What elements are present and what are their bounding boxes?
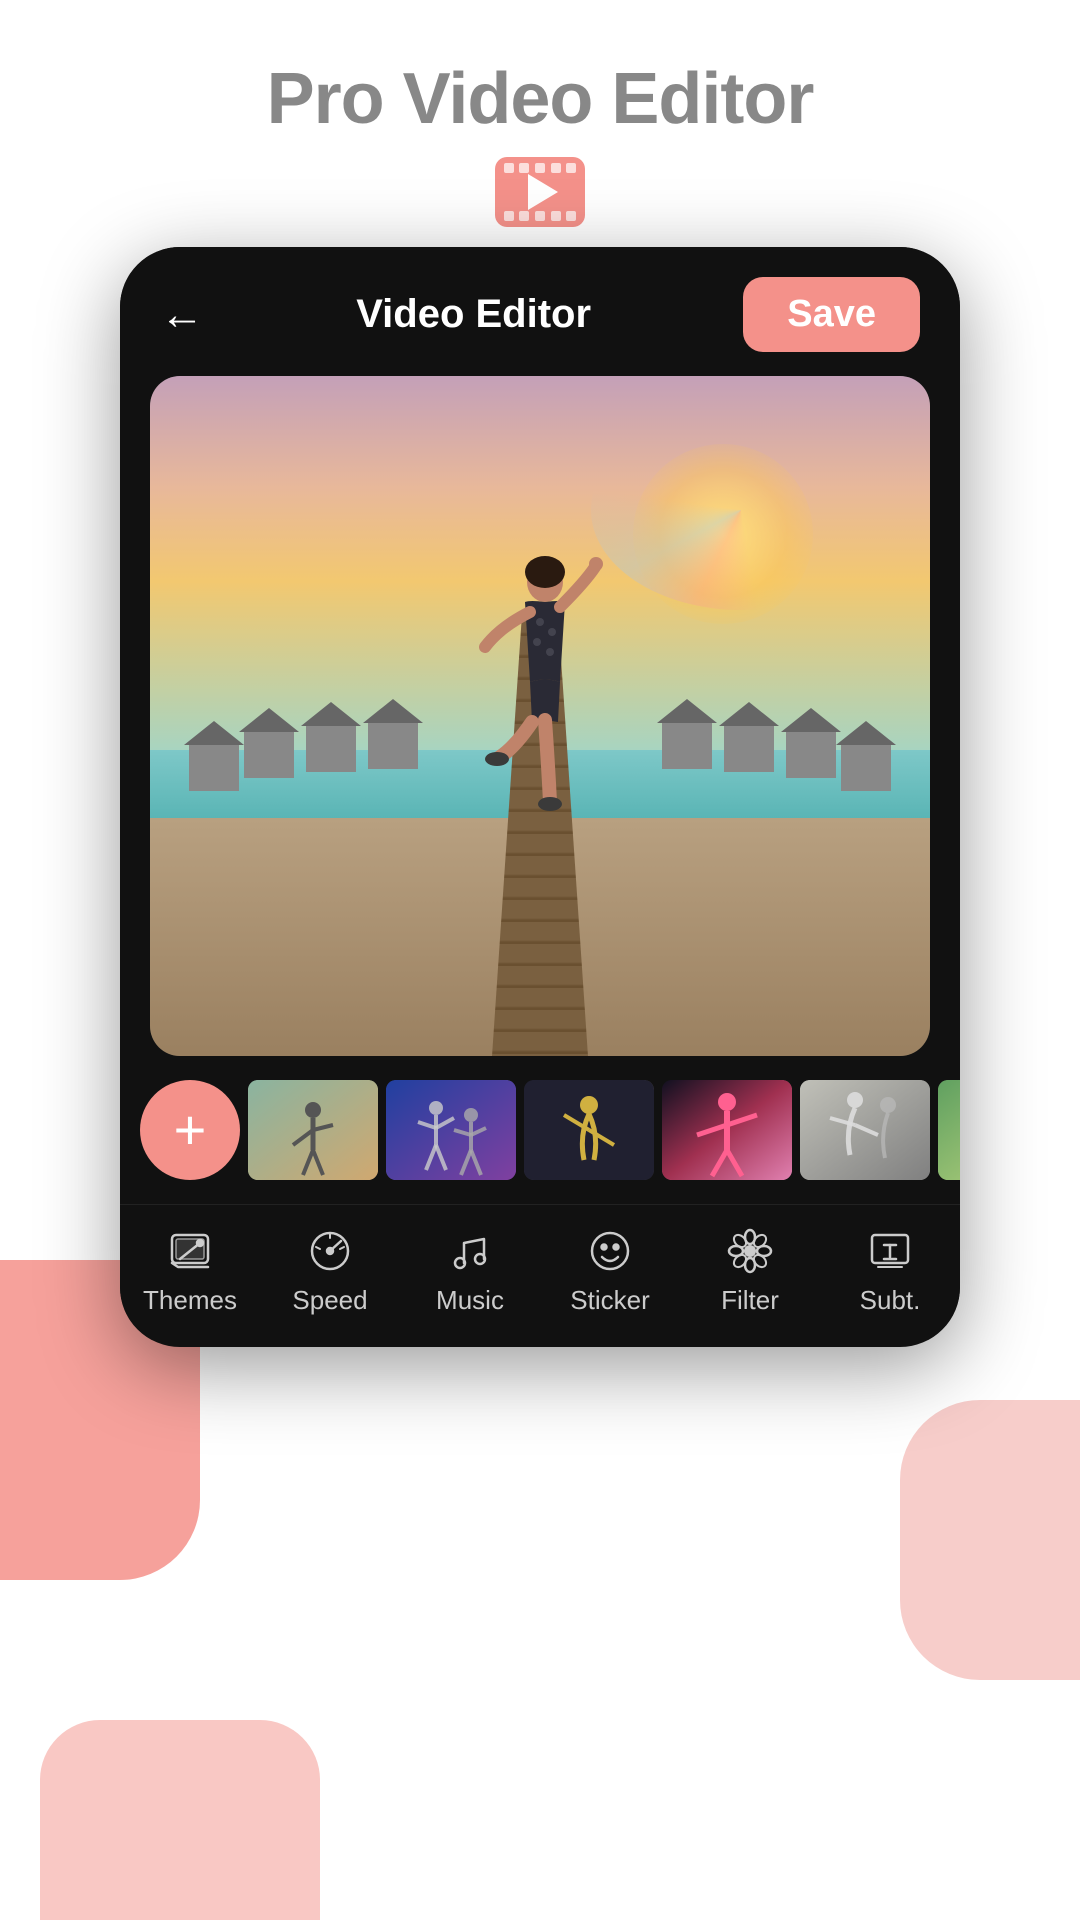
thumbnail-4[interactable] xyxy=(662,1080,792,1180)
filter-icon xyxy=(724,1225,776,1277)
thumbnail-3[interactable] xyxy=(524,1080,654,1180)
hut xyxy=(841,741,891,791)
phone-mockup: ← Video Editor Save xyxy=(120,247,960,1347)
nav-item-subtitle[interactable]: Subt. xyxy=(820,1225,960,1316)
music-label: Music xyxy=(436,1285,504,1316)
video-canvas xyxy=(150,376,930,1056)
hut xyxy=(244,728,294,778)
bg-wave-right xyxy=(900,1400,1080,1680)
filter-label: Filter xyxy=(721,1285,779,1316)
hut xyxy=(662,719,712,769)
nav-item-themes[interactable]: Themes xyxy=(120,1225,260,1316)
play-triangle-icon xyxy=(528,174,558,210)
save-button[interactable]: Save xyxy=(743,277,920,352)
film-dot xyxy=(519,163,529,173)
dancer-figure xyxy=(470,552,610,852)
sticker-icon xyxy=(584,1225,636,1277)
hut xyxy=(189,741,239,791)
film-dot xyxy=(566,211,576,221)
thumbnail-2[interactable] xyxy=(386,1080,516,1180)
film-dot xyxy=(551,211,561,221)
film-dot xyxy=(504,211,514,221)
thumbnail-strip: + xyxy=(120,1056,960,1204)
music-icon xyxy=(444,1225,496,1277)
film-dot xyxy=(535,163,545,173)
app-title: Pro Video Editor xyxy=(0,60,1080,139)
film-dot xyxy=(519,211,529,221)
speed-label: Speed xyxy=(292,1285,367,1316)
hut xyxy=(306,722,356,772)
app-header: Pro Video Editor xyxy=(0,0,1080,247)
film-dot xyxy=(504,163,514,173)
film-dot xyxy=(566,163,576,173)
add-clip-button[interactable]: + xyxy=(140,1080,240,1180)
nav-item-speed[interactable]: Speed xyxy=(260,1225,400,1316)
film-dots-top xyxy=(495,163,585,173)
screen-title: Video Editor xyxy=(356,292,591,337)
scene-rainbow xyxy=(591,410,891,610)
hut xyxy=(786,728,836,778)
hut xyxy=(724,722,774,772)
sticker-label: Sticker xyxy=(570,1285,649,1316)
bg-wave-bottom-left xyxy=(40,1720,320,1920)
themes-label: Themes xyxy=(143,1285,237,1316)
nav-item-music[interactable]: Music xyxy=(400,1225,540,1316)
speed-icon xyxy=(304,1225,356,1277)
thumbnail-1[interactable] xyxy=(248,1080,378,1180)
nav-item-sticker[interactable]: Sticker xyxy=(540,1225,680,1316)
phone-top-bar: ← Video Editor Save xyxy=(120,247,960,376)
thumbnail-5[interactable] xyxy=(800,1080,930,1180)
video-play-icon xyxy=(495,157,585,227)
film-dot xyxy=(535,211,545,221)
bottom-nav: Themes Speed xyxy=(120,1204,960,1340)
thumbnail-6[interactable] xyxy=(938,1080,960,1180)
film-dot xyxy=(551,163,561,173)
subtitle-label: Subt. xyxy=(860,1285,921,1316)
app-icon-wrapper xyxy=(0,157,1080,227)
themes-icon xyxy=(164,1225,216,1277)
nav-item-filter[interactable]: Filter xyxy=(680,1225,820,1316)
film-dots-bottom xyxy=(495,211,585,221)
video-preview xyxy=(150,376,930,1056)
hut xyxy=(368,719,418,769)
back-button[interactable]: ← xyxy=(160,293,204,337)
subtitle-icon xyxy=(864,1225,916,1277)
